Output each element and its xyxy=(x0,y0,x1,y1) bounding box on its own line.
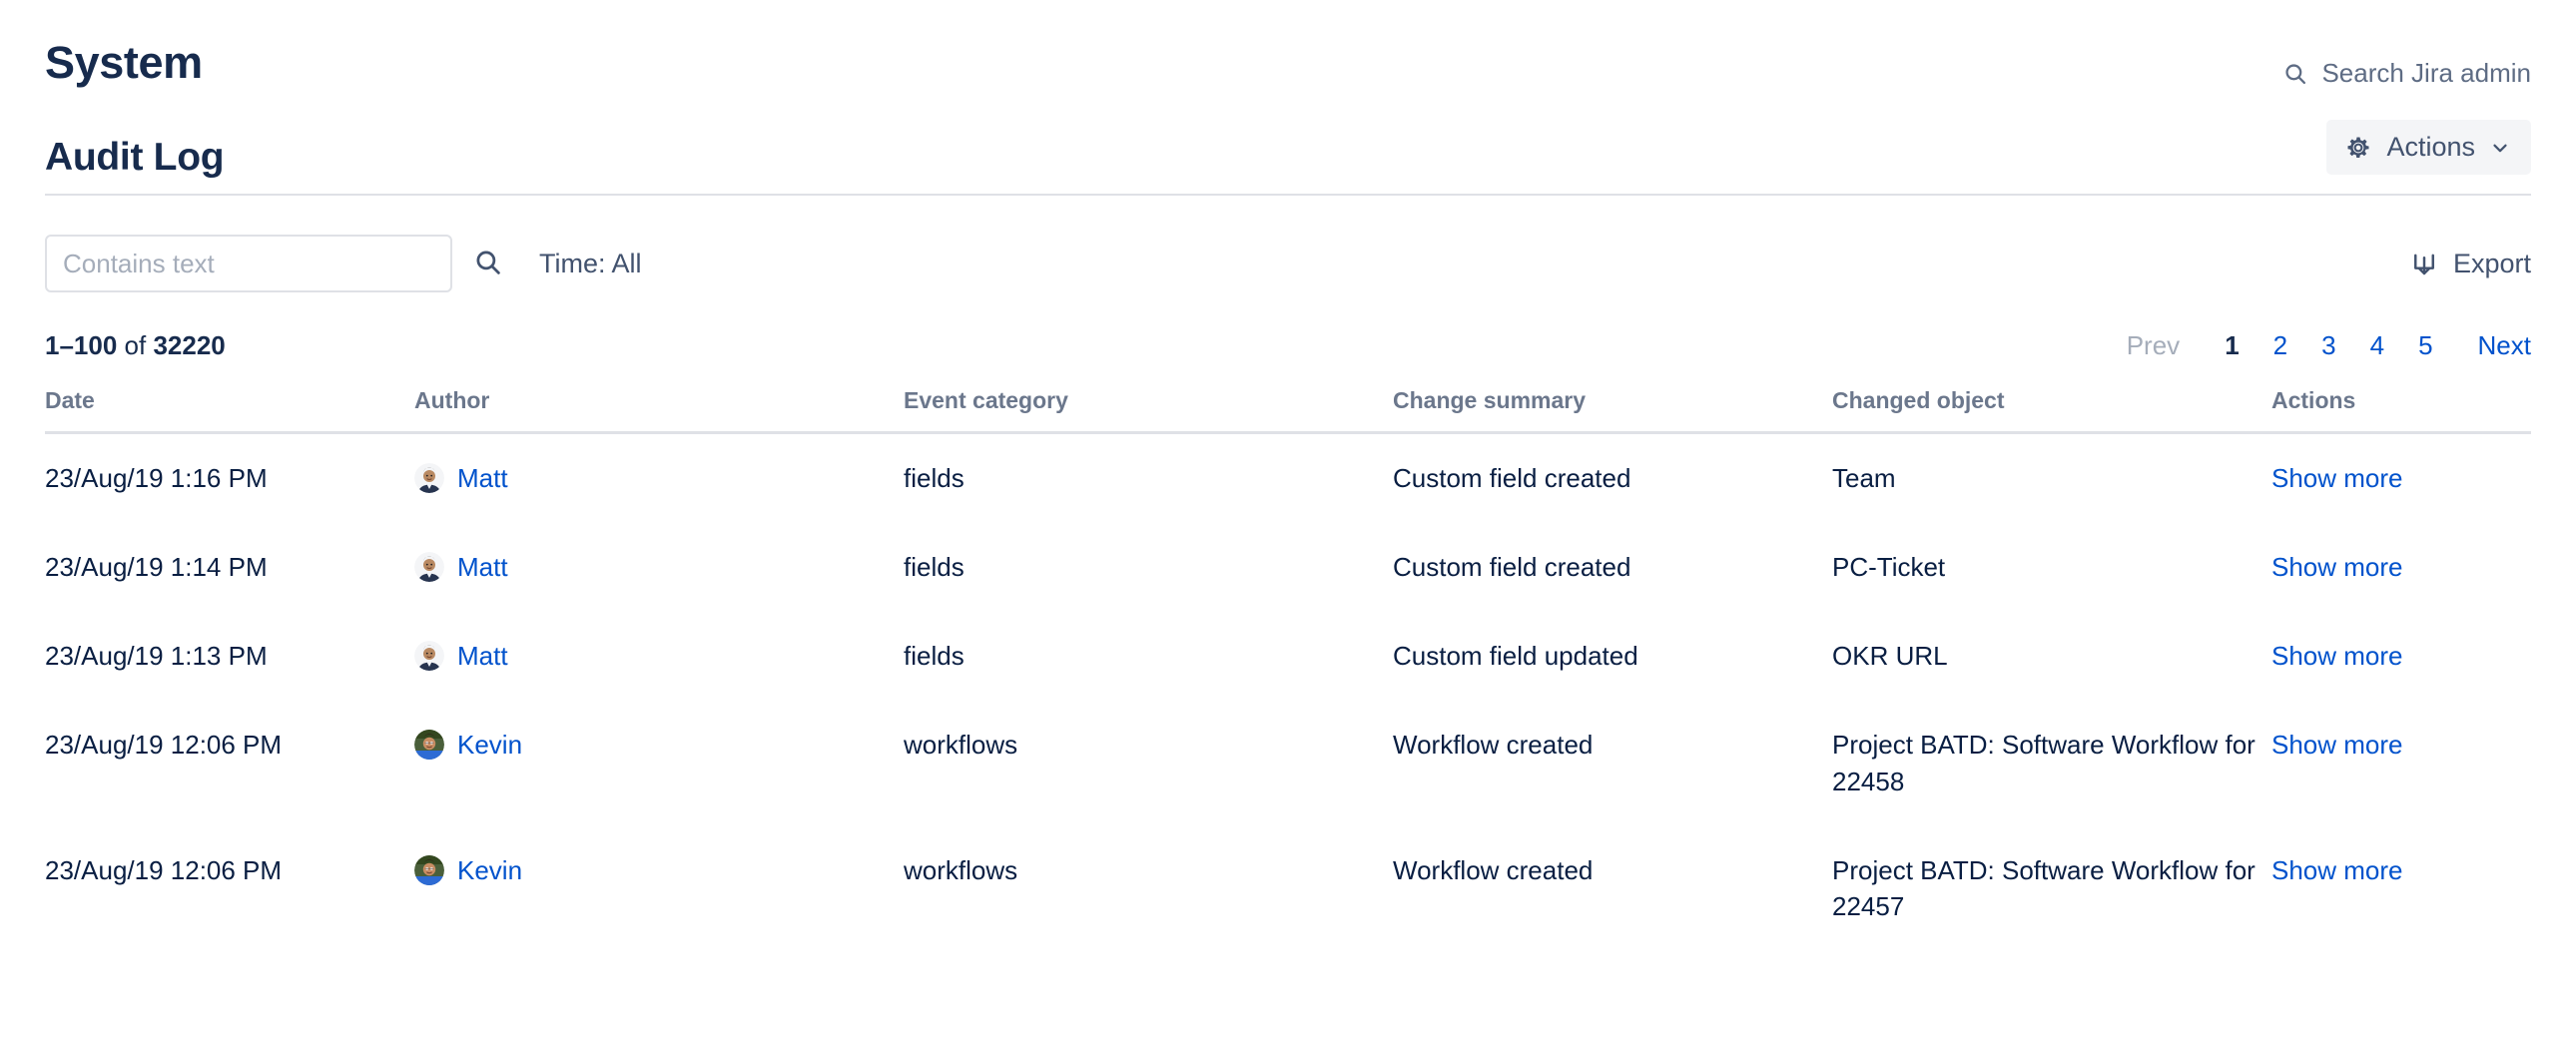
author-link[interactable]: Kevin xyxy=(457,852,522,889)
cell-event-category: fields xyxy=(904,551,965,582)
table-body: 23/Aug/19 1:16 PM Matt fields Custom field … xyxy=(45,433,2531,952)
chevron-down-icon xyxy=(2489,137,2511,159)
cell-actions: Show more xyxy=(2271,612,2531,701)
section-divider xyxy=(45,194,2531,196)
cell-date: 23/Aug/19 1:13 PM xyxy=(45,640,268,671)
section-header: Audit Log Actions xyxy=(45,120,2531,183)
show-more-link[interactable]: Show more xyxy=(2271,855,2403,885)
cell-event-category: fields xyxy=(904,640,965,671)
search-icon xyxy=(2282,61,2308,87)
cell-changed-object: Project BATD: Software Workflow for 2245… xyxy=(1832,854,2255,922)
cell-change-summary: Custom field created xyxy=(1393,551,1631,582)
table-row: 23/Aug/19 12:06 PM Kevin workflows Workflow… xyxy=(45,826,2531,952)
filter-bar: Time: All Export xyxy=(45,235,2531,292)
cell-date: 23/Aug/19 12:06 PM xyxy=(45,854,283,885)
cell-date: 23/Aug/19 1:16 PM xyxy=(45,463,268,493)
author-link[interactable]: Matt xyxy=(457,549,508,586)
table-row: 23/Aug/19 12:06 PM Kevin workflows Workflow… xyxy=(45,701,2531,826)
pagination-page-3[interactable]: 3 xyxy=(2304,330,2352,361)
pagination-page-2[interactable]: 2 xyxy=(2256,330,2304,361)
cell-changed-object: OKR URL xyxy=(1832,640,1948,671)
export-button[interactable]: Export xyxy=(2410,249,2531,279)
actions-button[interactable]: Actions xyxy=(2326,120,2531,175)
column-header-changed-object: Changed object xyxy=(1832,387,2271,434)
table-row: 23/Aug/19 1:16 PM Matt fields Custom field … xyxy=(45,433,2531,523)
cell-changed-object: Team xyxy=(1832,463,1896,493)
pagination-page-1[interactable]: 1 xyxy=(2208,330,2255,361)
audit-log-table: Date Author Event category Change summar… xyxy=(45,387,2531,951)
results-bar: 1–100 of 32220 Prev 1 2 3 4 5 Next xyxy=(45,330,2531,361)
table-row: 23/Aug/19 1:13 PM Matt fields Custom field … xyxy=(45,612,2531,701)
audit-log-page: System Search Jira admin Audit Log Actio… xyxy=(0,0,2576,1038)
cell-actions: Show more xyxy=(2271,826,2531,952)
cell-event-category: workflows xyxy=(904,729,1018,760)
cell-change-summary: Custom field created xyxy=(1393,463,1631,493)
column-header-change-summary: Change summary xyxy=(1393,387,1832,434)
author-link[interactable]: Matt xyxy=(457,460,508,497)
export-download-icon xyxy=(2410,250,2438,277)
cell-actions: Show more xyxy=(2271,433,2531,523)
cell-date: 23/Aug/19 1:14 PM xyxy=(45,551,268,582)
show-more-link[interactable]: Show more xyxy=(2271,463,2403,493)
column-header-date: Date xyxy=(45,387,414,434)
cell-author: Matt xyxy=(414,433,904,523)
show-more-link[interactable]: Show more xyxy=(2271,730,2403,760)
search-icon xyxy=(473,248,503,280)
show-more-link[interactable]: Show more xyxy=(2271,552,2403,582)
filter-controls: Time: All xyxy=(45,235,642,292)
table-head: Date Author Event category Change summar… xyxy=(45,387,2531,434)
cell-date: 23/Aug/19 12:06 PM xyxy=(45,729,283,760)
pagination-prev[interactable]: Prev xyxy=(2110,330,2208,361)
section-title: Audit Log xyxy=(45,136,225,179)
avatar xyxy=(414,552,444,583)
pagination-page-4[interactable]: 4 xyxy=(2353,330,2401,361)
show-more-link[interactable]: Show more xyxy=(2271,641,2403,671)
cell-author: Matt xyxy=(414,612,904,701)
cell-author: Matt xyxy=(414,523,904,612)
admin-search-link[interactable]: Search Jira admin xyxy=(2282,40,2531,89)
column-header-event-category: Event category xyxy=(904,387,1393,434)
export-label: Export xyxy=(2452,248,2531,278)
pagination-next[interactable]: Next xyxy=(2450,330,2531,361)
gear-icon xyxy=(2344,134,2372,162)
cell-actions: Show more xyxy=(2271,523,2531,612)
pagination: Prev 1 2 3 4 5 Next xyxy=(2110,330,2531,361)
cell-event-category: fields xyxy=(904,463,965,493)
author-link[interactable]: Matt xyxy=(457,638,508,675)
page-title: System xyxy=(45,37,203,88)
avatar xyxy=(414,730,444,761)
avatar xyxy=(414,854,444,885)
cell-changed-object: PC-Ticket xyxy=(1832,551,1946,582)
cell-author: Kevin xyxy=(414,701,904,826)
cell-change-summary: Workflow created xyxy=(1393,854,1594,885)
time-filter[interactable]: Time: All xyxy=(539,249,642,279)
actions-label: Actions xyxy=(2386,132,2475,162)
admin-search-label: Search Jira admin xyxy=(2321,58,2531,88)
column-header-actions: Actions xyxy=(2271,387,2531,434)
results-range: 1–100 xyxy=(45,330,118,360)
column-header-author: Author xyxy=(414,387,904,434)
pagination-page-5[interactable]: 5 xyxy=(2401,330,2449,361)
table-header-row: Date Author Event category Change summar… xyxy=(45,387,2531,434)
table-row: 23/Aug/19 1:14 PM Matt fields Custom field … xyxy=(45,523,2531,612)
search-submit-button[interactable] xyxy=(473,248,503,280)
results-of-label: of xyxy=(124,330,147,360)
avatar xyxy=(414,463,444,494)
results-count: 1–100 of 32220 xyxy=(45,330,226,361)
page-header: System Search Jira admin xyxy=(45,0,2531,89)
cell-changed-object: Project BATD: Software Workflow for 2245… xyxy=(1832,729,2255,796)
results-total: 32220 xyxy=(153,330,226,360)
cell-actions: Show more xyxy=(2271,701,2531,826)
author-link[interactable]: Kevin xyxy=(457,727,522,764)
cell-change-summary: Workflow created xyxy=(1393,729,1594,760)
contains-text-input[interactable] xyxy=(45,235,452,292)
cell-change-summary: Custom field updated xyxy=(1393,640,1638,671)
cell-event-category: workflows xyxy=(904,854,1018,885)
avatar xyxy=(414,641,444,672)
cell-author: Kevin xyxy=(414,826,904,952)
